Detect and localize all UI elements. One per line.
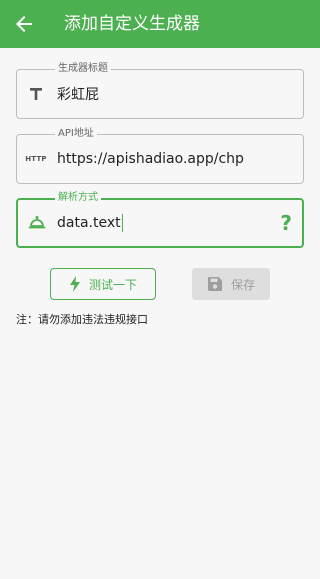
bell-icon — [26, 212, 48, 234]
arrow-back-icon — [16, 16, 32, 32]
parse-method-field[interactable]: 解析方式 data.text ? — [16, 192, 304, 248]
warning-note: 注：请勿添加违法违规接口 — [16, 313, 148, 326]
http-icon-text: HTTP — [25, 155, 47, 163]
generator-title-input[interactable]: 彩虹屁 — [57, 70, 99, 118]
api-url-input[interactable]: https://apishadiao.app/chp — [57, 135, 244, 183]
save-button-label: 保存 — [230, 277, 255, 292]
app-bar: 添加自定义生成器 — [0, 0, 320, 48]
help-icon[interactable]: ? — [280, 211, 292, 235]
back-button[interactable] — [12, 12, 36, 36]
test-button-label: 测试一下 — [88, 277, 137, 292]
title-T-icon — [25, 83, 47, 105]
api-url-field[interactable]: API地址 HTTP https://apishadiao.app/chp — [16, 128, 304, 184]
parse-method-value: data.text — [57, 215, 121, 231]
save-icon — [207, 276, 223, 292]
parse-method-input[interactable]: data.text — [57, 200, 124, 246]
text-caret — [121, 214, 124, 232]
save-button[interactable]: 保存 — [192, 268, 270, 300]
http-icon: HTTP — [25, 148, 47, 170]
page-title: 添加自定义生成器 — [64, 14, 200, 34]
generator-title-field[interactable]: 生成器标题 彩虹屁 — [16, 63, 304, 119]
lightning-icon — [69, 276, 81, 292]
test-button[interactable]: 测试一下 — [50, 268, 156, 300]
